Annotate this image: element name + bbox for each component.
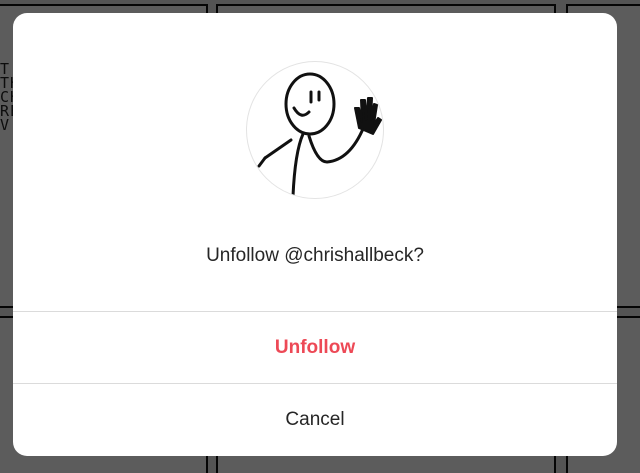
avatar bbox=[246, 61, 384, 199]
unfollow-button[interactable]: Unfollow bbox=[13, 312, 617, 383]
waving-stick-figure-icon bbox=[257, 72, 382, 198]
unfollow-prompt: Unfollow @chrishallbeck? bbox=[206, 245, 424, 266]
cancel-button[interactable]: Cancel bbox=[13, 384, 617, 455]
cancel-button-label: Cancel bbox=[285, 408, 345, 430]
unfollow-button-label: Unfollow bbox=[274, 336, 356, 358]
unfollow-dialog: Unfollow @chrishallbeck? Unfollow Cancel bbox=[13, 13, 617, 456]
